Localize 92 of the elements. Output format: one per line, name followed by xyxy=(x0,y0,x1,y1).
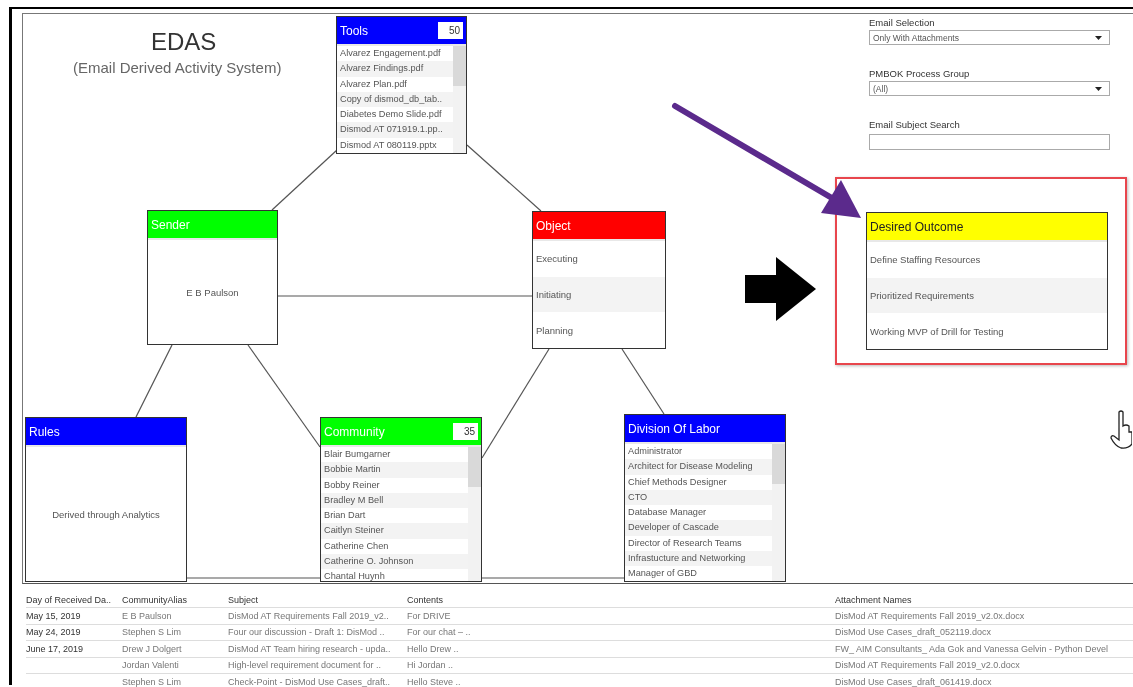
caret-icon xyxy=(1095,86,1102,91)
connector-line xyxy=(621,348,665,415)
app-subtitle: (Email Derived Activity System) xyxy=(73,59,282,76)
row-item[interactable]: Working MVP of Drill for Testing xyxy=(867,313,1107,349)
list-item[interactable]: Bradley M Bell xyxy=(321,492,468,509)
list-item[interactable]: Chief Methods Designer xyxy=(625,474,772,490)
filter-label: PMBOK Process Group xyxy=(869,68,971,79)
list-item[interactable]: Catherine Chen xyxy=(321,538,468,555)
list-item[interactable]: Dismod AT 071919.1.pp.. xyxy=(337,122,453,138)
table-cell-text: For our chat – .. xyxy=(407,627,472,638)
list-item[interactable]: Database Manager xyxy=(625,505,772,521)
scrollbar[interactable] xyxy=(468,447,481,581)
list-item[interactable]: Developer of Cascade xyxy=(625,520,772,536)
list-item[interactable]: CTO xyxy=(625,489,772,506)
app-title: EDAS xyxy=(151,28,217,56)
list-item[interactable]: Blair Bumgarner xyxy=(321,447,468,463)
scrollbar[interactable] xyxy=(453,46,466,153)
count-badge: 50 xyxy=(437,22,463,39)
table-cell-text: Check-Point - DisMod Use Cases_draft.. xyxy=(228,676,392,687)
table-cell-text: May 24, 2019 xyxy=(26,627,82,638)
node-value: Derived through Analytics xyxy=(52,508,160,520)
column-header[interactable]: Attachment Names xyxy=(835,594,1133,605)
node-title: Division Of Labor xyxy=(628,421,721,436)
table-cell-text: DisMod AT Requirements Fall 2019_v2.0x.docx xyxy=(835,611,1026,622)
column-header[interactable]: Subject xyxy=(228,594,407,605)
list-item[interactable]: Caitlyn Steiner xyxy=(321,523,468,539)
row-item[interactable]: Planning xyxy=(533,312,665,348)
node-title: Tools xyxy=(340,23,368,38)
dropdown[interactable]: (All) xyxy=(869,81,1110,96)
dropdown[interactable]: Only With Attachments xyxy=(869,30,1110,45)
table-cell-text: Jordan Valenti xyxy=(122,660,180,671)
node-title: Sender xyxy=(151,217,190,232)
table-cell-text: Hi Jordan .. xyxy=(407,660,455,671)
table-cell-text: Stephen S Lim xyxy=(122,676,183,687)
node-title: Object xyxy=(536,218,571,233)
node-title: Community xyxy=(324,424,385,439)
node-title: Rules xyxy=(29,424,60,439)
table-cell-text: May 15, 2019 xyxy=(26,611,82,622)
scroll-thumb[interactable] xyxy=(772,444,785,484)
table-cell-text: Hello Steve .. xyxy=(407,676,462,687)
count-badge: 35 xyxy=(452,423,478,440)
table-cell-text: Hello Drew .. xyxy=(407,643,460,654)
dropdown-value: (All) xyxy=(873,83,889,94)
list-item[interactable]: Administrator xyxy=(625,444,772,460)
list-item[interactable]: Chantal Huynh xyxy=(321,569,468,581)
table-cell-text: For DRIVE xyxy=(407,611,452,622)
scrollbar[interactable] xyxy=(772,444,785,581)
list-item[interactable]: Bobbie Martin xyxy=(321,462,468,478)
scroll-thumb[interactable] xyxy=(468,447,481,487)
node-title: Desired Outcome xyxy=(870,219,964,234)
column-header[interactable]: CommunityAlias xyxy=(122,594,228,605)
filter-label: Email Subject Search xyxy=(869,119,961,130)
table-cell-text: E B Paulson xyxy=(122,611,173,622)
node-value: E B Paulson xyxy=(186,286,239,298)
list-item[interactable]: Architect for Disease Modeling xyxy=(625,459,772,475)
list-item[interactable]: Alvarez Findings.pdf xyxy=(337,61,453,77)
table-cell-text: June 17, 2019 xyxy=(26,643,85,654)
scroll-thumb[interactable] xyxy=(453,46,466,86)
list-item[interactable]: Dismod AT 080119.pptx xyxy=(337,137,453,153)
table-cell-text: Drew J Dolgert xyxy=(122,643,183,654)
dropdown-value: Only With Attachments xyxy=(873,32,959,43)
list-item[interactable]: Copy of dismod_db_tab.. xyxy=(337,91,453,108)
list-item[interactable]: Infrastucture and Networking xyxy=(625,551,772,567)
table-cell-text: Four our discussion - Draft 1: DisMod .. xyxy=(228,627,386,638)
row-item[interactable]: Prioritized Requirements xyxy=(867,277,1107,314)
list-item[interactable]: Director of Research Teams xyxy=(625,535,772,552)
table-cell-text: High-level requirement document for .. xyxy=(228,660,383,671)
table-cell-text: Stephen S Lim xyxy=(122,627,183,638)
column-header[interactable]: Contents xyxy=(407,594,835,605)
table-cell-text: DisMod Use Cases_draft_052119.docx xyxy=(835,627,992,638)
caret-icon xyxy=(1095,35,1102,40)
filter-label: Email Selection xyxy=(869,17,936,28)
row-item[interactable]: Initiating xyxy=(533,276,665,313)
hand-cursor-icon xyxy=(1110,410,1132,450)
search-field[interactable] xyxy=(869,133,1110,150)
list-item[interactable]: Bobby Reiner xyxy=(321,477,468,493)
list-item[interactable]: Brian Dart xyxy=(321,508,468,524)
table-cell-text: FW_ AIM Consultants_ Ada Gok and Vanessa Gelvin - Python Devel xyxy=(835,643,1109,654)
list-item[interactable]: Alvarez Engagement.pdf xyxy=(337,46,453,62)
table-cell-text: DisMod Use Cases_draft_061419.docx xyxy=(835,676,993,687)
row-item[interactable]: Executing xyxy=(533,241,665,277)
row-item[interactable]: Define Staffing Resources xyxy=(867,242,1107,278)
list-item[interactable]: Diabetes Demo Slide.pdf xyxy=(337,107,453,123)
connector-line xyxy=(271,149,338,211)
right-arrow-icon xyxy=(745,257,817,321)
list-item[interactable]: Manager of GBD xyxy=(625,566,772,581)
list-item[interactable]: Alvarez Plan.pdf xyxy=(337,76,453,92)
list-item[interactable]: Catherine O. Johnson xyxy=(321,554,468,570)
column-header[interactable]: Day of Received Da.. xyxy=(26,594,122,605)
table-cell-text: DisMod AT Team hiring research - upda.. xyxy=(228,643,392,654)
table-cell-text: DisMod AT Requirements Fall 2019_v2.0.docx xyxy=(835,660,1021,671)
table-cell-text: DisMod AT Requirements Fall 2019_v2.. xyxy=(228,611,390,622)
